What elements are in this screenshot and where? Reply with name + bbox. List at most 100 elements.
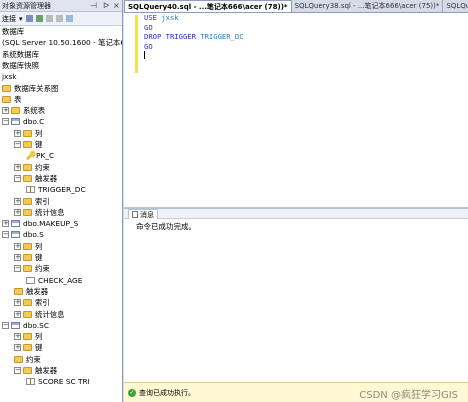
tree-node-label: 列 bbox=[35, 241, 43, 251]
folder-icon bbox=[23, 163, 32, 171]
document-tab[interactable]: SQLQuery38.sql - ...笔记本666\acer (75))* bbox=[292, 0, 444, 12]
document-tab[interactable]: SQLQuery37.s bbox=[443, 0, 468, 12]
close-icon[interactable]: × bbox=[113, 0, 120, 12]
tree-node[interactable]: CHECK_AGE bbox=[26, 275, 82, 286]
tree-node-label: 键 bbox=[35, 253, 43, 262]
tree-node[interactable]: 🔑 PK_C bbox=[26, 150, 54, 161]
tree-node-label: 键 bbox=[35, 343, 43, 353]
tree-node[interactable]: − dbo.S bbox=[2, 229, 44, 240]
code-line: DROP TRIGGER TRIGGER_DC bbox=[144, 32, 244, 42]
collapse-icon[interactable]: − bbox=[2, 118, 9, 126]
tree-node[interactable]: − 键 bbox=[14, 139, 42, 150]
tree-node-label: 键 bbox=[35, 140, 43, 149]
message-text: 命令已成功完成。 bbox=[136, 222, 196, 231]
expand-icon[interactable]: + bbox=[14, 333, 21, 341]
collapse-icon[interactable]: − bbox=[14, 265, 21, 273]
refresh-icon[interactable] bbox=[65, 15, 73, 22]
tree-node-label: 数据库快照 bbox=[2, 60, 39, 70]
table-icon bbox=[11, 321, 20, 329]
connect-button[interactable]: 连接 bbox=[2, 14, 16, 24]
pin-toggle-icon[interactable]: ᐅ bbox=[103, 0, 109, 12]
tree-node[interactable]: + 列 bbox=[14, 128, 42, 139]
tree-node[interactable]: 数据库快照 bbox=[2, 60, 39, 71]
tree-node[interactable]: + 索引 bbox=[14, 297, 50, 308]
results-tab-strip: 消息 bbox=[124, 209, 468, 219]
tree-node-label: 列 bbox=[35, 332, 43, 342]
stop-icon[interactable] bbox=[45, 15, 53, 22]
code-token: DROP TRIGGER bbox=[144, 32, 201, 41]
expand-icon[interactable]: + bbox=[2, 220, 9, 228]
tree-node[interactable]: (SQL Server 10.50.1600 - 笔记本666\ bbox=[2, 37, 122, 48]
connect-icon[interactable] bbox=[25, 15, 33, 22]
tree-node-label: 约束 bbox=[35, 162, 50, 172]
folder-icon bbox=[14, 287, 23, 295]
expand-icon[interactable]: + bbox=[14, 129, 21, 137]
collapse-icon[interactable]: − bbox=[14, 174, 21, 182]
tree-node[interactable]: + 列 bbox=[14, 241, 42, 252]
tree-node[interactable]: − 触发器 bbox=[14, 365, 57, 376]
expand-icon[interactable]: + bbox=[14, 208, 21, 216]
disconnect-icon[interactable] bbox=[35, 15, 43, 22]
tree-node[interactable]: − dbo.SC bbox=[2, 320, 49, 331]
code-line: GO bbox=[144, 42, 244, 52]
tree-node[interactable]: jxsk bbox=[2, 71, 17, 82]
code-token: GO bbox=[144, 22, 153, 32]
code-area[interactable]: USE jxsk GO DROP TRIGGER TRIGGER_DC GO bbox=[144, 13, 244, 61]
object-explorer-title: 对象资源管理器 bbox=[2, 2, 51, 10]
folder-icon bbox=[14, 355, 23, 363]
tree-node[interactable]: 系统数据库 bbox=[2, 49, 39, 60]
tree-node-label: CHECK_AGE bbox=[38, 275, 83, 285]
query-editor[interactable]: USE jxsk GO DROP TRIGGER TRIGGER_DC GO bbox=[124, 12, 468, 208]
tree-node[interactable]: 表 bbox=[2, 94, 21, 105]
tree-node[interactable]: − 触发器 bbox=[14, 173, 57, 184]
trigger-icon bbox=[26, 378, 35, 386]
collapse-icon[interactable]: − bbox=[14, 367, 21, 374]
tree-node[interactable]: + 索引 bbox=[14, 196, 50, 207]
tree-node[interactable]: + 键 bbox=[14, 342, 42, 353]
expand-icon[interactable]: + bbox=[14, 299, 21, 307]
table-icon bbox=[11, 220, 20, 228]
expand-icon[interactable]: + bbox=[14, 197, 21, 205]
tree-node[interactable]: + 统计信息 bbox=[14, 207, 65, 218]
messages-tab[interactable]: 消息 bbox=[128, 209, 158, 219]
tree-node[interactable]: − 约束 bbox=[14, 263, 50, 274]
folder-icon bbox=[23, 333, 32, 341]
folder-icon bbox=[23, 242, 32, 250]
tree-node[interactable]: + 键 bbox=[14, 252, 42, 263]
tree-node[interactable]: + 系统表 bbox=[2, 105, 45, 116]
tree-node[interactable]: + dbo.MAKEUP_S bbox=[2, 218, 78, 229]
document-tab[interactable]: SQLQuery40.sql - ...笔记本666\acer (78))* bbox=[124, 0, 292, 12]
tree-node[interactable]: 约束 bbox=[14, 354, 41, 365]
expand-icon[interactable]: + bbox=[14, 344, 21, 352]
tree-node[interactable]: + 约束 bbox=[14, 162, 50, 173]
tree-node[interactable]: 触发器 bbox=[14, 286, 48, 297]
tree-node-label: 系统表 bbox=[23, 106, 46, 116]
table-icon bbox=[11, 231, 20, 239]
expand-icon[interactable]: + bbox=[14, 310, 21, 318]
tree-node[interactable]: 数据库 bbox=[2, 26, 24, 37]
tree-node-label: dbo.C bbox=[23, 117, 45, 127]
code-line: USE jxsk bbox=[144, 13, 244, 23]
folder-icon bbox=[23, 208, 32, 216]
connect-dropdown-icon[interactable]: ▾ bbox=[19, 15, 23, 23]
tree-node[interactable]: 数据库关系图 bbox=[2, 83, 58, 94]
filter-icon[interactable] bbox=[55, 15, 63, 22]
expand-icon[interactable]: + bbox=[14, 254, 21, 261]
collapse-icon[interactable]: − bbox=[2, 321, 9, 329]
tree-node[interactable]: + 统计信息 bbox=[14, 309, 65, 320]
code-token: USE bbox=[144, 13, 162, 22]
trigger-icon bbox=[26, 186, 35, 194]
tree-node-label: 统计信息 bbox=[35, 309, 65, 319]
expand-icon[interactable]: + bbox=[2, 107, 9, 115]
collapse-icon[interactable]: − bbox=[2, 231, 9, 239]
expand-icon[interactable]: + bbox=[14, 242, 21, 250]
tree-node-label: PK_C bbox=[36, 151, 55, 161]
tree-node[interactable]: − dbo.C bbox=[2, 116, 44, 127]
pin-icon[interactable]: ⊣ bbox=[90, 0, 97, 12]
tree-node[interactable]: TRIGGER_DC bbox=[26, 184, 86, 195]
expand-icon[interactable]: + bbox=[14, 163, 21, 171]
tree-node-label: TRIGGER_DC bbox=[38, 185, 86, 195]
collapse-icon[interactable]: − bbox=[14, 141, 21, 148]
tree-node[interactable]: SCORE SC TRI bbox=[26, 376, 90, 387]
tree-node[interactable]: + 列 bbox=[14, 331, 42, 342]
